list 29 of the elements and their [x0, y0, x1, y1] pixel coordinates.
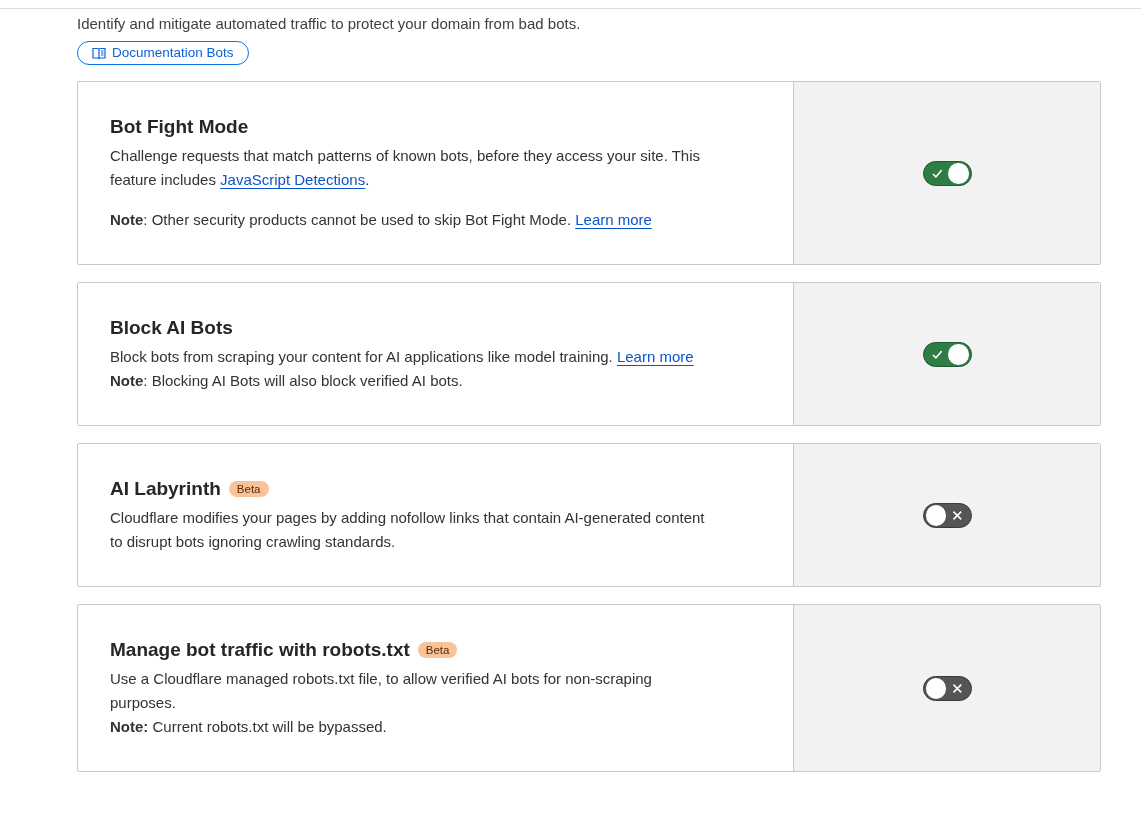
- check-icon: [931, 167, 943, 179]
- beta-badge: Beta: [228, 481, 269, 497]
- description-text: Note: Current robots.txt will be bypassed.: [110, 717, 388, 737]
- close-icon: [951, 682, 963, 694]
- toggle-knob: [948, 162, 969, 184]
- card-title: AI Labyrinth: [110, 478, 221, 500]
- beta-badge: Beta: [417, 642, 458, 658]
- toggle-knob: [948, 343, 969, 365]
- toggle-switch[interactable]: [922, 675, 972, 701]
- description-text: Cloudflare modifies your pages by adding nofollow links that contain AI-generated content to disrupt bots ignoring crawling standards.: [110, 508, 706, 552]
- intro-text: Identify and mitigate automated traffic to protect your domain from bad bots.: [77, 14, 582, 34]
- toggle-switch[interactable]: [922, 341, 972, 367]
- toggle-knob: [925, 504, 946, 526]
- description-text: Use a Cloudflare managed robots.txt file, to allow verified AI bots for non-scraping purposes.: [110, 669, 653, 713]
- toggle-switch[interactable]: [922, 160, 972, 186]
- toggle-switch[interactable]: [922, 502, 972, 528]
- description-text: Block bots from scraping your content for AI applications like model training. Learn more: [110, 347, 695, 367]
- description-text: Challenge requests that match patterns of known bots, before they access your site. This feature includes JavaScript Detections.: [110, 146, 702, 190]
- card-title: Manage bot traffic with robots.txt: [110, 639, 410, 661]
- book-icon: [92, 46, 106, 60]
- card-title: Bot Fight Mode: [110, 116, 249, 138]
- link[interactable]: Learn more: [575, 211, 652, 228]
- check-icon: [931, 348, 943, 360]
- description-text: Note: Other security products cannot be used to skip Bot Fight Mode. Learn more: [110, 210, 653, 230]
- toggle-knob: [925, 677, 946, 699]
- close-icon: [951, 509, 963, 521]
- description-text: Note: Blocking AI Bots will also block verified AI bots.: [110, 371, 464, 391]
- card-title: Block AI Bots: [110, 317, 233, 339]
- link[interactable]: Learn more: [616, 348, 694, 365]
